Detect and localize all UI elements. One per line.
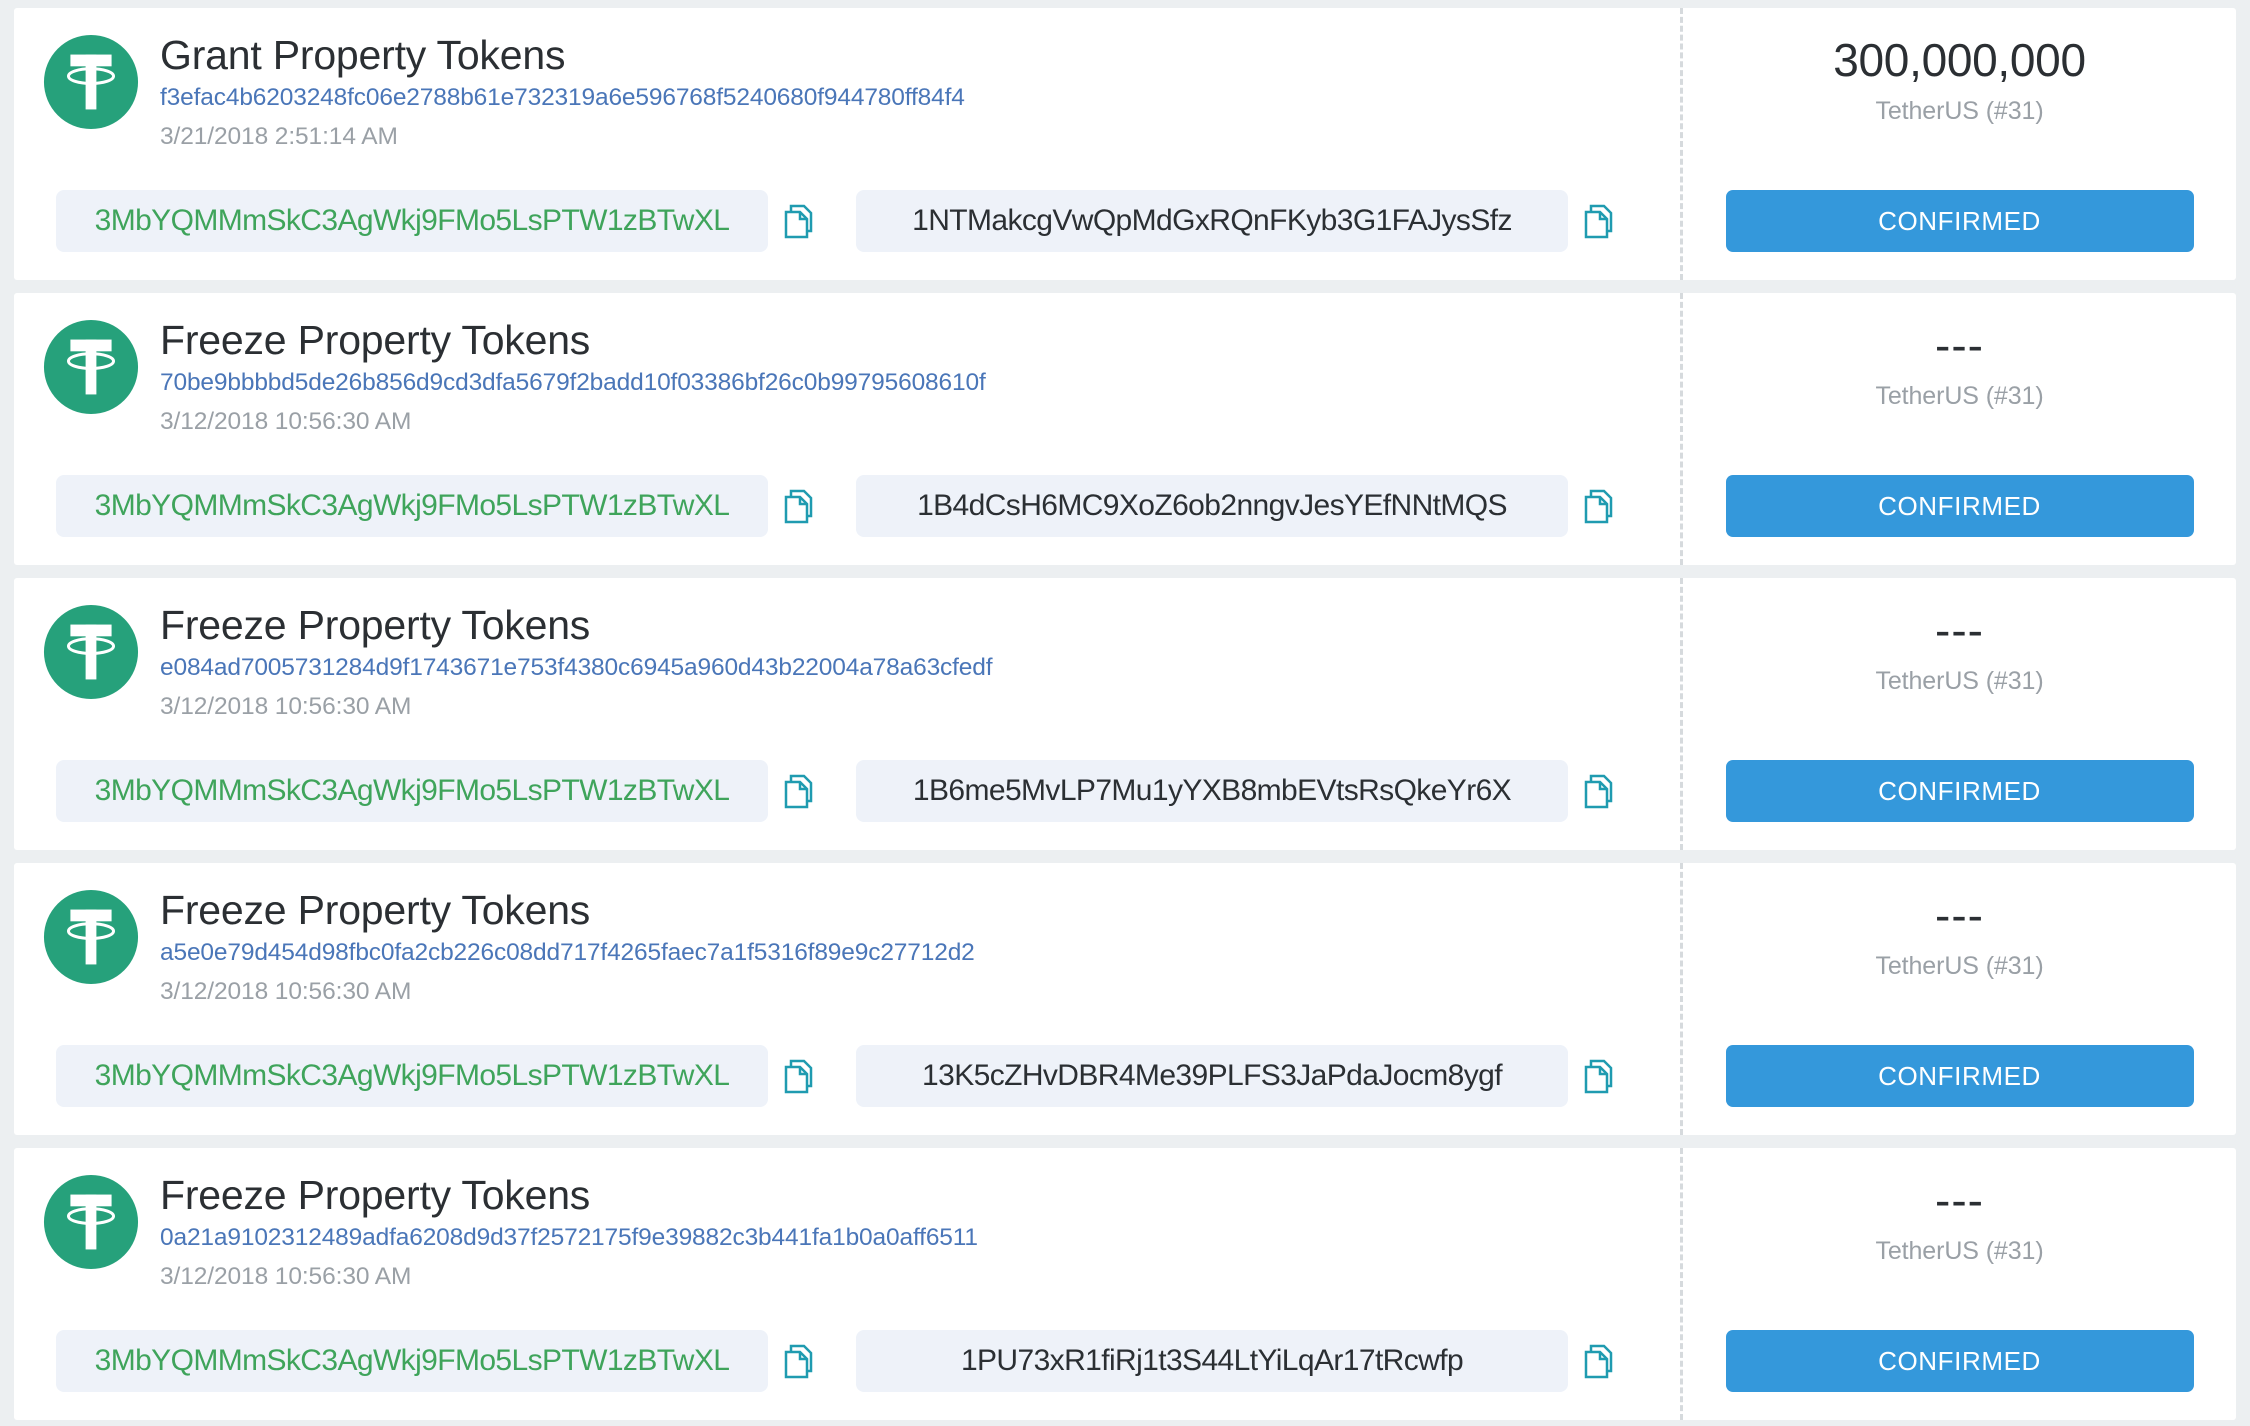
copy-sender-icon[interactable]: [784, 488, 814, 524]
receiver-address-text: 1PU73xR1fiRj1t3S44LtYiLqAr17tRcwfp: [960, 1344, 1464, 1377]
transaction-card[interactable]: Freeze Property Tokens 0a21a9102312489ad…: [14, 1148, 2236, 1420]
sender-address-text: 3MbYQMMmSkC3AgWkj9FMo5LsPTW1zBTwXL: [94, 774, 730, 807]
transaction-date: 3/12/2018 10:56:30 AM: [160, 408, 412, 435]
transaction-card[interactable]: Freeze Property Tokens e084ad7005731284d…: [14, 578, 2236, 850]
sender-address-field[interactable]: 3MbYQMMmSkC3AgWkj9FMo5LsPTW1zBTwXL: [56, 190, 768, 252]
copy-sender-icon[interactable]: [784, 1343, 814, 1379]
sender-address-text: 3MbYQMMmSkC3AgWkj9FMo5LsPTW1zBTwXL: [94, 489, 730, 522]
transaction-summary: --- TetherUS (#31) CONFIRMED: [1680, 578, 2236, 850]
receiver-address-text: 1B4dCsH6MC9XoZ6ob2nngvJesYEfNNtMQS: [917, 489, 1507, 522]
transaction-details: Freeze Property Tokens e084ad7005731284d…: [14, 578, 1680, 850]
transaction-details: Grant Property Tokens f3efac4b6203248fc0…: [14, 8, 1680, 280]
tether-logo-icon: [42, 33, 140, 131]
copy-receiver-icon[interactable]: [1584, 1058, 1614, 1094]
transaction-date: 3/21/2018 2:51:14 AM: [160, 123, 398, 150]
transaction-header: Freeze Property Tokens 70be9bbbbd5de26b8…: [14, 293, 1680, 437]
token-name: TetherUS (#31): [1875, 97, 2044, 125]
receiver-address-field[interactable]: 1B4dCsH6MC9XoZ6ob2nngvJesYEfNNtMQS: [856, 475, 1568, 537]
transaction-card[interactable]: Freeze Property Tokens a5e0e79d454d98fbc…: [14, 863, 2236, 1135]
sender-address-text: 3MbYQMMmSkC3AgWkj9FMo5LsPTW1zBTwXL: [94, 1059, 730, 1092]
transaction-hash-link[interactable]: 70be9bbbbd5de26b856d9cd3dfa5679f2badd10f…: [160, 368, 1680, 398]
transaction-card[interactable]: Freeze Property Tokens 70be9bbbbd5de26b8…: [14, 293, 2236, 565]
sender-address-field[interactable]: 3MbYQMMmSkC3AgWkj9FMo5LsPTW1zBTwXL: [56, 760, 768, 822]
copy-sender-icon[interactable]: [784, 773, 814, 809]
transaction-type: Freeze Property Tokens: [160, 887, 591, 933]
transaction-type: Freeze Property Tokens: [160, 317, 591, 363]
transaction-date: 3/12/2018 10:56:30 AM: [160, 1263, 412, 1290]
address-row: 3MbYQMMmSkC3AgWkj9FMo5LsPTW1zBTwXL 13K5c…: [14, 1045, 1680, 1107]
transaction-amount: ---: [1935, 604, 1984, 656]
transaction-summary: 300,000,000 TetherUS (#31) CONFIRMED: [1680, 8, 2236, 280]
transaction-meta: Freeze Property Tokens a5e0e79d454d98fbc…: [160, 885, 1680, 1007]
transaction-summary: --- TetherUS (#31) CONFIRMED: [1680, 1148, 2236, 1420]
receiver-address-field[interactable]: 1B6me5MvLP7Mu1yYXB8mbEVtsRsQkeYr6X: [856, 760, 1568, 822]
receiver-address-field[interactable]: 13K5cZHvDBR4Me39PLFS3JaPdaJocm8ygf: [856, 1045, 1568, 1107]
token-name: TetherUS (#31): [1875, 952, 2044, 980]
transaction-hash-link[interactable]: 0a21a9102312489adfa6208d9d37f2572175f9e3…: [160, 1223, 1680, 1253]
transaction-date: 3/12/2018 10:56:30 AM: [160, 978, 412, 1005]
transaction-summary: --- TetherUS (#31) CONFIRMED: [1680, 293, 2236, 565]
copy-receiver-icon[interactable]: [1584, 488, 1614, 524]
status-badge[interactable]: CONFIRMED: [1725, 475, 2194, 537]
sender-address-field[interactable]: 3MbYQMMmSkC3AgWkj9FMo5LsPTW1zBTwXL: [56, 475, 768, 537]
transaction-list: Grant Property Tokens f3efac4b6203248fc0…: [0, 0, 2250, 1420]
transaction-type: Grant Property Tokens: [160, 32, 566, 78]
address-row: 3MbYQMMmSkC3AgWkj9FMo5LsPTW1zBTwXL 1PU73…: [14, 1330, 1680, 1392]
transaction-details: Freeze Property Tokens a5e0e79d454d98fbc…: [14, 863, 1680, 1135]
status-badge[interactable]: CONFIRMED: [1725, 1045, 2194, 1107]
sender-address-text: 3MbYQMMmSkC3AgWkj9FMo5LsPTW1zBTwXL: [94, 1344, 730, 1377]
transaction-amount: ---: [1935, 889, 1984, 941]
transaction-meta: Freeze Property Tokens 70be9bbbbd5de26b8…: [160, 315, 1680, 437]
transaction-meta: Grant Property Tokens f3efac4b6203248fc0…: [160, 30, 1680, 152]
transaction-header: Grant Property Tokens f3efac4b6203248fc0…: [14, 8, 1680, 152]
transaction-type: Freeze Property Tokens: [160, 1172, 591, 1218]
sender-address-text: 3MbYQMMmSkC3AgWkj9FMo5LsPTW1zBTwXL: [94, 204, 730, 237]
receiver-address-field[interactable]: 1NTMakcgVwQpMdGxRQnFKyb3G1FAJysSfz: [856, 190, 1568, 252]
transaction-hash-link[interactable]: f3efac4b6203248fc06e2788b61e732319a6e596…: [160, 83, 1680, 113]
address-row: 3MbYQMMmSkC3AgWkj9FMo5LsPTW1zBTwXL 1B4dC…: [14, 475, 1680, 537]
transaction-hash-link[interactable]: e084ad7005731284d9f1743671e753f4380c6945…: [160, 653, 1680, 683]
receiver-address-text: 1B6me5MvLP7Mu1yYXB8mbEVtsRsQkeYr6X: [912, 774, 1512, 807]
receiver-address-field[interactable]: 1PU73xR1fiRj1t3S44LtYiLqAr17tRcwfp: [856, 1330, 1568, 1392]
tether-logo-icon: [42, 1173, 140, 1271]
status-badge[interactable]: CONFIRMED: [1725, 190, 2194, 252]
transaction-amount: ---: [1935, 319, 1984, 371]
token-name: TetherUS (#31): [1875, 667, 2044, 695]
transaction-amount: ---: [1935, 1174, 1984, 1226]
receiver-address-text: 1NTMakcgVwQpMdGxRQnFKyb3G1FAJysSfz: [912, 204, 1512, 237]
status-badge[interactable]: CONFIRMED: [1725, 1330, 2194, 1392]
sender-address-field[interactable]: 3MbYQMMmSkC3AgWkj9FMo5LsPTW1zBTwXL: [56, 1045, 768, 1107]
transaction-amount: 300,000,000: [1833, 34, 2086, 86]
transaction-summary: --- TetherUS (#31) CONFIRMED: [1680, 863, 2236, 1135]
transaction-header: Freeze Property Tokens a5e0e79d454d98fbc…: [14, 863, 1680, 1007]
copy-receiver-icon[interactable]: [1584, 1343, 1614, 1379]
token-name: TetherUS (#31): [1875, 1237, 2044, 1265]
transaction-date: 3/12/2018 10:56:30 AM: [160, 693, 412, 720]
transaction-meta: Freeze Property Tokens 0a21a9102312489ad…: [160, 1170, 1680, 1292]
tether-logo-icon: [42, 318, 140, 416]
transaction-type: Freeze Property Tokens: [160, 602, 591, 648]
sender-address-field[interactable]: 3MbYQMMmSkC3AgWkj9FMo5LsPTW1zBTwXL: [56, 1330, 768, 1392]
tether-logo-icon: [42, 888, 140, 986]
copy-receiver-icon[interactable]: [1584, 203, 1614, 239]
transaction-details: Freeze Property Tokens 0a21a9102312489ad…: [14, 1148, 1680, 1420]
copy-receiver-icon[interactable]: [1584, 773, 1614, 809]
transaction-card[interactable]: Grant Property Tokens f3efac4b6203248fc0…: [14, 8, 2236, 280]
copy-sender-icon[interactable]: [784, 1058, 814, 1094]
address-row: 3MbYQMMmSkC3AgWkj9FMo5LsPTW1zBTwXL 1B6me…: [14, 760, 1680, 822]
status-badge[interactable]: CONFIRMED: [1725, 760, 2194, 822]
receiver-address-text: 13K5cZHvDBR4Me39PLFS3JaPdaJocm8ygf: [922, 1059, 1502, 1092]
token-name: TetherUS (#31): [1875, 382, 2044, 410]
copy-sender-icon[interactable]: [784, 203, 814, 239]
tether-logo-icon: [42, 603, 140, 701]
transaction-details: Freeze Property Tokens 70be9bbbbd5de26b8…: [14, 293, 1680, 565]
transaction-meta: Freeze Property Tokens e084ad7005731284d…: [160, 600, 1680, 722]
transaction-header: Freeze Property Tokens 0a21a9102312489ad…: [14, 1148, 1680, 1292]
transaction-header: Freeze Property Tokens e084ad7005731284d…: [14, 578, 1680, 722]
address-row: 3MbYQMMmSkC3AgWkj9FMo5LsPTW1zBTwXL 1NTMa…: [14, 190, 1680, 252]
transaction-hash-link[interactable]: a5e0e79d454d98fbc0fa2cb226c08dd717f4265f…: [160, 938, 1680, 968]
